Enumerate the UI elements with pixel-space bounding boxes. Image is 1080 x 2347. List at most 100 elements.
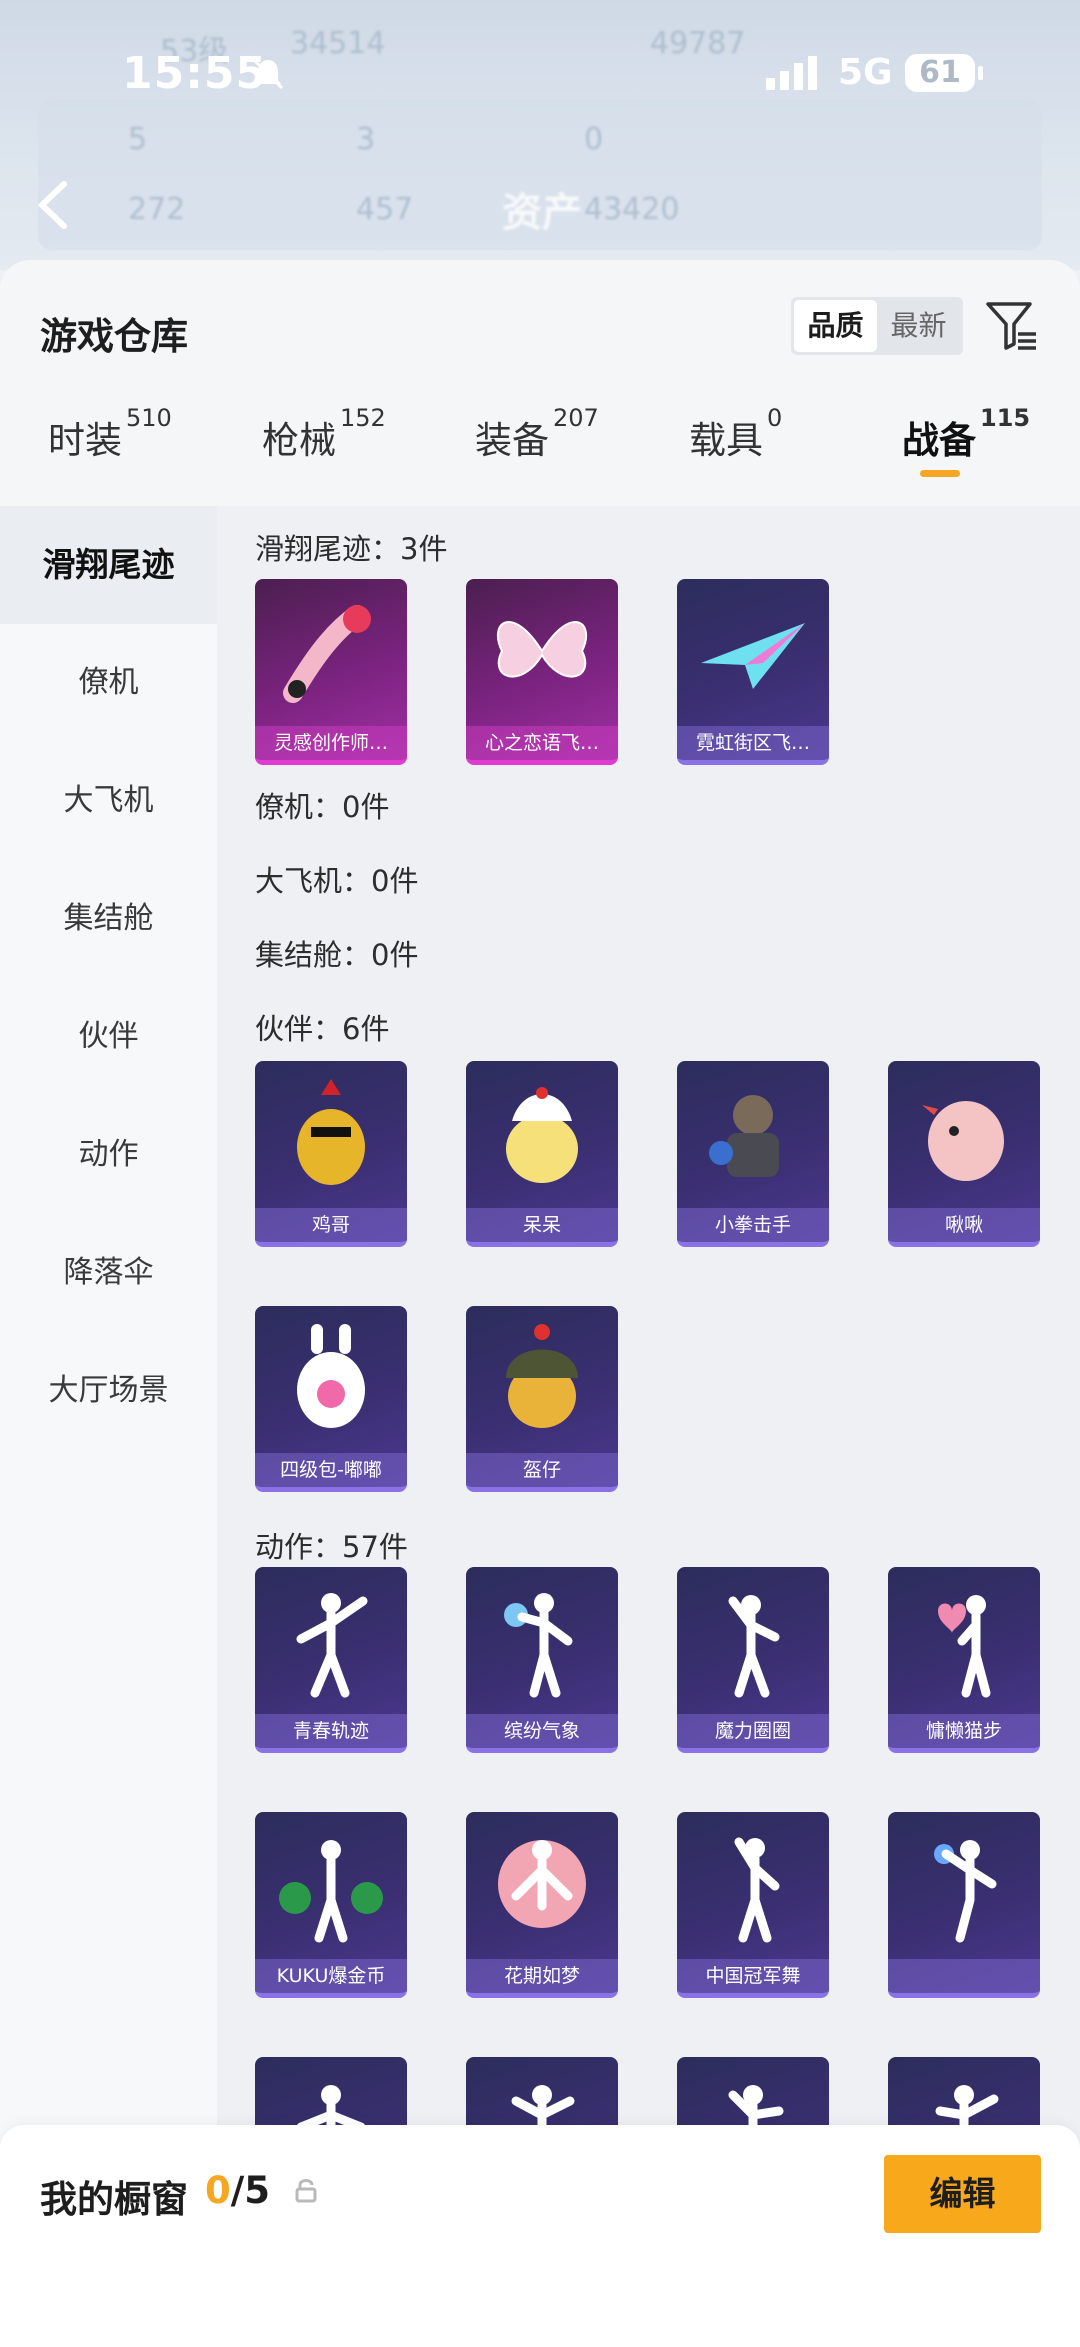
items-content: 滑翔尾迹：3件 灵感创作师… 心之恋语飞… 霓虹街区飞… 僚机：0件 大飞机：0… <box>217 506 1080 2347</box>
sidebar-item-parachute[interactable]: 降落伞 <box>0 1214 217 1332</box>
tab-label: 时装 <box>48 419 122 462</box>
item-card[interactable] <box>888 1812 1040 1998</box>
sidebar-item-plane[interactable]: 大飞机 <box>0 742 217 860</box>
dancer-icon <box>934 1840 997 1943</box>
tab-count: 207 <box>553 404 599 432</box>
item-card[interactable]: KUKU爆金币 <box>255 1812 407 1998</box>
category-tabs: 时装510 枪械152 装备207 载具0 战备115 <box>0 404 1080 505</box>
sort-newest-button[interactable]: 最新 <box>877 300 960 352</box>
helmet-chick-icon <box>506 1324 578 1428</box>
item-name: 魔力圈圈 <box>677 1714 829 1748</box>
sidebar-item-trail[interactable]: 滑翔尾迹 <box>0 506 217 624</box>
tab-label: 枪械 <box>262 419 336 462</box>
showcase-count: 0/5 <box>205 2169 270 2212</box>
item-card[interactable]: 灵感创作师… <box>255 579 407 765</box>
item-card[interactable]: 中国冠军舞 <box>677 1812 829 1998</box>
tab-label: 装备 <box>475 419 549 462</box>
tab-combat-gear[interactable]: 战备115 <box>902 404 1030 464</box>
tab-count: 152 <box>340 404 386 432</box>
tab-count: 0 <box>767 404 783 432</box>
paper-plane-icon <box>701 623 805 689</box>
item-card[interactable]: 青春轨迹 <box>255 1567 407 1753</box>
assets-label: 资产 <box>502 190 582 236</box>
item-card[interactable]: 四级包-嘟嘟 <box>255 1306 407 1492</box>
section-header-wingman: 僚机：0件 <box>255 790 390 824</box>
stat-value: 0 <box>584 122 604 157</box>
section-header-plane: 大飞机：0件 <box>255 864 419 898</box>
page-title: 游戏仓库 <box>40 315 188 358</box>
tab-label: 载具 <box>689 419 763 462</box>
sidebar-item-pod[interactable]: 集结舱 <box>0 860 217 978</box>
flower-icon <box>498 1840 586 1928</box>
item-name: 缤纷气象 <box>466 1714 618 1748</box>
item-card[interactable]: 呆呆 <box>466 1061 618 1247</box>
item-card[interactable]: 鸡哥 <box>255 1061 407 1247</box>
item-card[interactable]: 心之恋语飞… <box>466 579 618 765</box>
sidebar-item-partner[interactable]: 伙伴 <box>0 978 217 1096</box>
item-card[interactable]: 缤纷气象 <box>466 1567 618 1753</box>
item-name: 花期如梦 <box>466 1959 618 1993</box>
sidebar-item-wingman[interactable]: 僚机 <box>0 624 217 742</box>
item-name: 心之恋语飞… <box>466 726 618 760</box>
showcase-label: 我的橱窗 <box>40 2178 188 2221</box>
item-card[interactable]: 慵懒猫步 <box>888 1567 1040 1753</box>
dancer-icon <box>728 1595 780 1698</box>
tab-count: 510 <box>126 404 172 432</box>
status-time: 15:55 <box>122 48 268 99</box>
item-name: 霓虹街区飞… <box>677 726 829 760</box>
active-tab-indicator <box>920 470 960 477</box>
dancer-icon <box>296 1593 368 1698</box>
chicken-icon <box>297 1079 365 1185</box>
item-name: 中国冠军舞 <box>677 1959 829 1993</box>
dancer-icon <box>504 1593 573 1698</box>
tab-weapons[interactable]: 枪械152 <box>262 404 386 464</box>
item-name: 青春轨迹 <box>255 1714 407 1748</box>
back-icon[interactable] <box>34 180 74 230</box>
rabbit-robot-icon <box>297 1324 365 1428</box>
stat-value: 3 <box>356 122 376 157</box>
item-name: 呆呆 <box>466 1208 618 1242</box>
item-name: 慵懒猫步 <box>888 1714 1040 1748</box>
showcase-total: /5 <box>230 2169 271 2212</box>
tab-vehicles[interactable]: 载具0 <box>689 404 782 464</box>
network-type: 5G <box>838 52 893 93</box>
item-name: 灵感创作师… <box>255 726 407 760</box>
item-card[interactable]: 霓虹街区飞… <box>677 579 829 765</box>
sort-quality-button[interactable]: 品质 <box>794 300 877 352</box>
stat-value: 5 <box>128 122 148 157</box>
item-name: 小拳击手 <box>677 1208 829 1242</box>
sidebar-item-lobby-scene[interactable]: 大厅场景 <box>0 1332 217 1450</box>
item-card[interactable]: 啾啾 <box>888 1061 1040 1247</box>
status-bar: 15:55 5G 61 <box>0 48 1080 108</box>
item-card[interactable]: 花期如梦 <box>466 1812 618 1998</box>
chick-icon <box>506 1087 578 1183</box>
item-card[interactable]: 小拳击手 <box>677 1061 829 1247</box>
mute-bell-icon <box>252 58 284 90</box>
edit-button[interactable]: 编辑 <box>884 2155 1041 2233</box>
showcase-current: 0 <box>205 2169 231 2212</box>
assets-value: 43420 <box>584 192 680 227</box>
section-header-pod: 集结舱：0件 <box>255 938 419 972</box>
bird-icon <box>922 1101 1004 1181</box>
item-card[interactable]: 魔力圈圈 <box>677 1567 829 1753</box>
stat-value: 272 <box>128 192 186 227</box>
backdrop-header: 53级 34514 49787 5 3 0 272 457 资产 43420 <box>0 0 1080 270</box>
showcase-bar: 我的橱窗 0/5 编辑 <box>0 2125 1080 2347</box>
tab-count: 115 <box>980 404 1031 432</box>
tab-equipment[interactable]: 装备207 <box>475 404 599 464</box>
signal-icon <box>766 56 817 90</box>
item-name <box>888 1959 1040 1993</box>
stat-value: 457 <box>356 192 414 227</box>
money-bag-icon <box>279 1840 383 1943</box>
sort-toggle: 品质 最新 <box>791 297 963 355</box>
item-card[interactable]: 盔仔 <box>466 1306 618 1492</box>
item-name: 盔仔 <box>466 1453 618 1487</box>
butterfly-icon <box>496 621 588 678</box>
item-name: KUKU爆金币 <box>255 1959 407 1993</box>
sidebar-item-emote[interactable]: 动作 <box>0 1096 217 1214</box>
category-sidebar: 滑翔尾迹 僚机 大飞机 集结舱 伙伴 动作 降落伞 大厅场景 <box>0 506 217 2347</box>
tab-fashion[interactable]: 时装510 <box>48 404 172 464</box>
filter-icon[interactable] <box>984 300 1038 352</box>
battery-icon: 61 <box>905 54 983 92</box>
warehouse-sheet: 游戏仓库 品质 最新 时装510 枪械152 装备207 载具0 战备115 滑… <box>0 260 1080 2347</box>
